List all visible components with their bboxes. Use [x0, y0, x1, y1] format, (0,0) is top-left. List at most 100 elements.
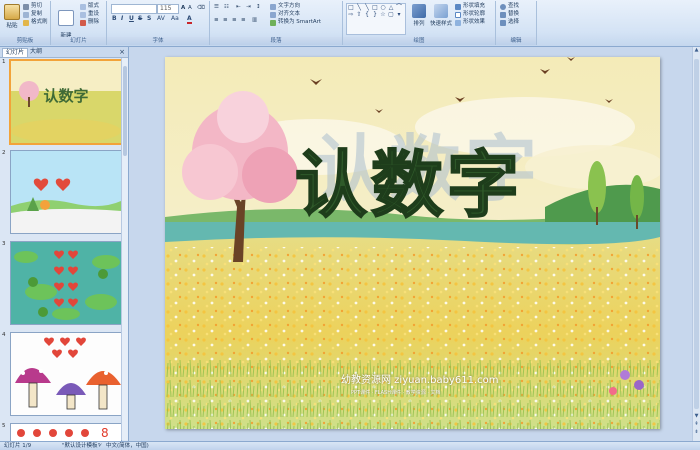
find-button[interactable]: 查找 — [500, 3, 519, 10]
close-icon[interactable]: × — [119, 48, 125, 56]
rectangle-shape-icon[interactable]: □ — [347, 4, 355, 11]
scissors-icon — [23, 3, 29, 10]
reset-button[interactable]: 重设 — [80, 11, 99, 18]
quick-styles-icon — [434, 4, 448, 18]
watermark-subtext: PPT课件 · FLASH课件 · 教学资源 · 文档 — [351, 390, 441, 396]
slide-5-digit: 8 — [101, 426, 109, 440]
text-direction-button[interactable]: 文字方向 — [270, 3, 300, 10]
scrollbar-thumb[interactable] — [694, 59, 699, 409]
more-shapes-icon[interactable]: ▾ — [395, 11, 403, 18]
pane-tabs: 幻灯片 大纲 × — [0, 47, 128, 58]
font-size-field[interactable]: 115 — [157, 4, 179, 14]
scroll-down-icon[interactable]: ▼ — [693, 413, 700, 420]
char-spacing-button[interactable]: AV — [157, 15, 165, 22]
slide-editing-area: 认数字 认数字 幼教资源网 ziyuan.baby611.com PPT课件 ·… — [129, 47, 700, 441]
decrease-indent-button[interactable]: ⇤ — [236, 4, 241, 11]
line-spacing-button[interactable]: ↕ — [256, 4, 261, 11]
bullets-button[interactable]: ☰ — [214, 4, 219, 11]
shape-outline-button[interactable]: 形状轮廓 — [455, 11, 485, 18]
copy-button[interactable]: 复制 — [23, 11, 42, 18]
arrow-shape-icon[interactable]: ⇧ — [355, 11, 363, 18]
shrink-font-button[interactable]: A — [188, 5, 192, 12]
arrange-button[interactable]: 排列 — [409, 4, 429, 27]
line-shape-icon[interactable]: ╲ — [363, 4, 371, 11]
rectangle-shape-icon[interactable]: □ — [371, 4, 379, 11]
oval-shape-icon[interactable]: ○ — [379, 4, 387, 11]
columns-button[interactable]: ▥ — [252, 17, 257, 24]
prev-slide-icon[interactable]: ⇞ — [693, 421, 700, 428]
shapes-gallery[interactable]: □ ╲ ╲ □ ○ △ ⌒ ⇨ ⇧{} ☆ ▢ ▾ — [346, 3, 406, 35]
next-slide-icon[interactable]: ⇟ — [693, 429, 700, 436]
slide-thumbnail[interactable] — [10, 150, 122, 234]
change-case-button[interactable]: Aa — [171, 15, 179, 22]
reset-icon — [80, 11, 86, 18]
format-painter-button[interactable]: 格式刷 — [23, 19, 48, 26]
slide-background-image — [165, 57, 660, 429]
arrange-icon — [412, 4, 426, 18]
paste-icon — [4, 4, 20, 20]
arrow-shape-icon[interactable]: ⇨ — [347, 11, 355, 18]
clear-format-button[interactable]: ⌫ — [197, 5, 205, 12]
cursor-icon — [500, 19, 506, 26]
align-right-button[interactable]: ≡ — [232, 17, 237, 24]
line-shape-icon[interactable]: ╲ — [355, 4, 363, 11]
select-button[interactable]: 选择 — [500, 19, 519, 26]
tab-outline[interactable]: 大纲 — [27, 48, 45, 56]
align-text-button[interactable]: 对齐文本 — [270, 11, 300, 18]
shape-effects-button[interactable]: 形状效果 — [455, 19, 485, 26]
slide-thumbnail[interactable]: 8 — [10, 423, 122, 441]
curly-brace-shape-icon[interactable]: { — [363, 11, 371, 18]
slide-title[interactable]: 认数字 — [294, 144, 523, 226]
slide-thumbnail[interactable] — [10, 332, 122, 416]
italic-button[interactable]: I — [121, 15, 123, 22]
slide-thumbnail[interactable] — [10, 241, 122, 325]
underline-button[interactable]: U — [129, 15, 134, 22]
font-name-field[interactable] — [111, 4, 157, 14]
strikethrough-button[interactable]: S — [138, 15, 142, 22]
slide-4-thumbnail-image — [11, 333, 121, 415]
font-color-button[interactable]: A — [187, 15, 192, 24]
layout-icon — [80, 3, 86, 10]
slide-number: 1 — [2, 59, 6, 65]
rounded-rect-shape-icon[interactable]: ▢ — [387, 11, 395, 18]
triangle-shape-icon[interactable]: △ — [387, 4, 395, 11]
justify-button[interactable]: ≡ — [241, 17, 246, 24]
slides-pane-scrollbar[interactable] — [121, 58, 128, 440]
slide-number: 5 — [2, 423, 6, 429]
align-center-button[interactable]: ≡ — [223, 17, 228, 24]
align-left-button[interactable]: ≡ — [214, 17, 219, 24]
tab-slides[interactable]: 幻灯片 — [2, 48, 29, 57]
numbering-button[interactable]: ☷ — [224, 4, 229, 11]
smartart-button[interactable]: 转换为 SmartArt — [270, 19, 321, 26]
editing-group-label: 编辑 — [496, 37, 536, 45]
paint-bucket-icon — [455, 3, 461, 10]
delete-slide-button[interactable]: 删除 — [80, 19, 99, 26]
curly-brace-shape-icon[interactable]: } — [371, 11, 379, 18]
paragraph-group-label: 段落 — [210, 37, 342, 45]
slide-thumbnail[interactable]: 认数字 — [9, 59, 123, 145]
clipboard-group: 粘贴 剪切 复制 格式刷 剪贴板 — [0, 1, 51, 45]
quick-styles-button[interactable]: 快速样式 — [429, 4, 453, 27]
replace-button[interactable]: 替换 — [500, 11, 519, 18]
slide-number: 2 — [2, 150, 6, 156]
bold-button[interactable]: B — [112, 15, 117, 22]
scrollbar-thumb[interactable] — [123, 66, 127, 156]
drawing-group: □ ╲ ╲ □ ○ △ ⌒ ⇨ ⇧{} ☆ ▢ ▾ 排列 快速样式 形状填充 形状轮廓 形状效果 绘… — [343, 1, 496, 45]
scroll-up-icon[interactable]: ▲ — [693, 47, 700, 54]
grow-font-button[interactable]: A — [181, 5, 185, 12]
search-icon — [500, 3, 506, 10]
watermark-text: 幼教资源网 ziyuan.baby611.com — [341, 375, 499, 386]
shadow-button[interactable]: S — [147, 15, 151, 22]
editing-group: 查找 替换 选择 编辑 — [496, 1, 537, 45]
star-shape-icon[interactable]: ☆ — [379, 11, 387, 18]
shape-fill-button[interactable]: 形状填充 — [455, 3, 485, 10]
editor-scrollbar[interactable]: ▲ ▼ ⇞ ⇟ — [692, 47, 700, 441]
layout-button[interactable]: 版式 — [80, 3, 99, 10]
line-shape-icon[interactable]: ⌒ — [395, 4, 403, 11]
current-slide[interactable]: 认数字 认数字 幼教资源网 ziyuan.baby611.com PPT课件 ·… — [165, 57, 660, 429]
paragraph-group: ☰ ☷ ⇤ ⇥ ↕ ≡ ≡ ≡ ≡ ▥ 文字方向 对齐文本 转换为 SmartA… — [210, 1, 343, 45]
paste-button[interactable]: 粘贴 — [2, 4, 22, 29]
cut-button[interactable]: 剪切 — [23, 3, 42, 10]
increase-indent-button[interactable]: ⇥ — [246, 4, 251, 11]
slide-thumbnail-row[interactable]: 5 8 — [0, 423, 128, 441]
